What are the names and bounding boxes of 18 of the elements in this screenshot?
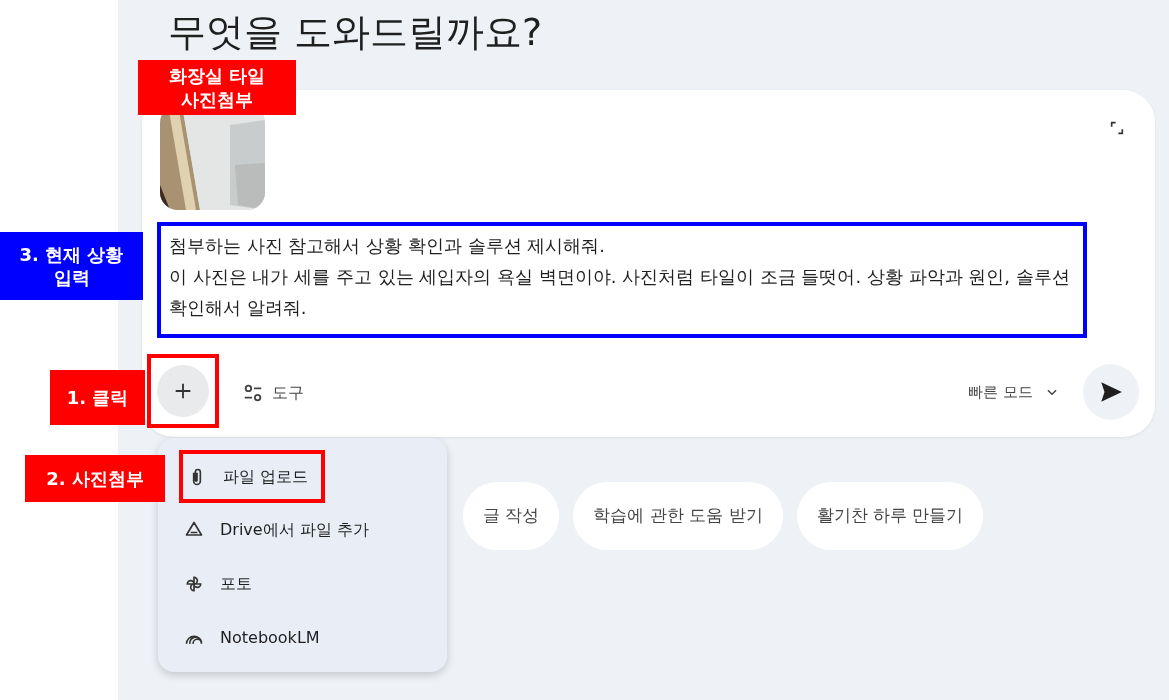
menu-item[interactable]: 포토: [158, 557, 274, 611]
menu-item[interactable]: NotebookLM: [158, 611, 342, 665]
annotation-label: 1. 클릭: [50, 370, 145, 425]
prompt-paragraph: 첨부하는 사진 참고해서 상황 확인과 솔루션 제시해줘.: [169, 233, 607, 258]
menu-item[interactable]: Drive에서 파일 추가: [158, 503, 391, 557]
page-heading: 무엇을 도와드릴까요?: [168, 10, 544, 56]
suggestion-chip[interactable]: 학습에 관한 도움 받기: [573, 482, 783, 550]
suggestion-chip[interactable]: 활기찬 하루 만들기: [796, 482, 984, 550]
annotation-label: 2. 사진첨부: [25, 455, 165, 502]
expand-icon: [1109, 119, 1125, 136]
pinwheel-icon: [184, 574, 204, 594]
annotation-label: 3. 현재 상황 입력: [0, 232, 143, 300]
menu-item[interactable]: 파일 업로드: [183, 464, 309, 489]
prompt-input[interactable]: 첨부하는 사진 참고해서 상황 확인과 솔루션 제시해줘. 이 사진은 내가 세를 주고 있는 세입자의 욕실 벽면이야. 사진처럼 타일이 조금 들떳어. 상황 파악과 원인, 솔루션 확인해서 알려줘.: [161, 225, 1083, 334]
annotation-label: 화장실 타일 사진첨부: [138, 60, 296, 115]
tools-button[interactable]: 도구: [236, 379, 310, 406]
prompt-paragraph: 이 사진은 내가 세를 주고 있는 세입자의 욕실 벽면이야. 사진처럼 타일이 조금 들떳어. 상황 파악과 원인, 솔루션 확인해서 알려줘.: [169, 264, 1071, 320]
mode-dropdown[interactable]: 빠른 모드: [962, 379, 1065, 405]
